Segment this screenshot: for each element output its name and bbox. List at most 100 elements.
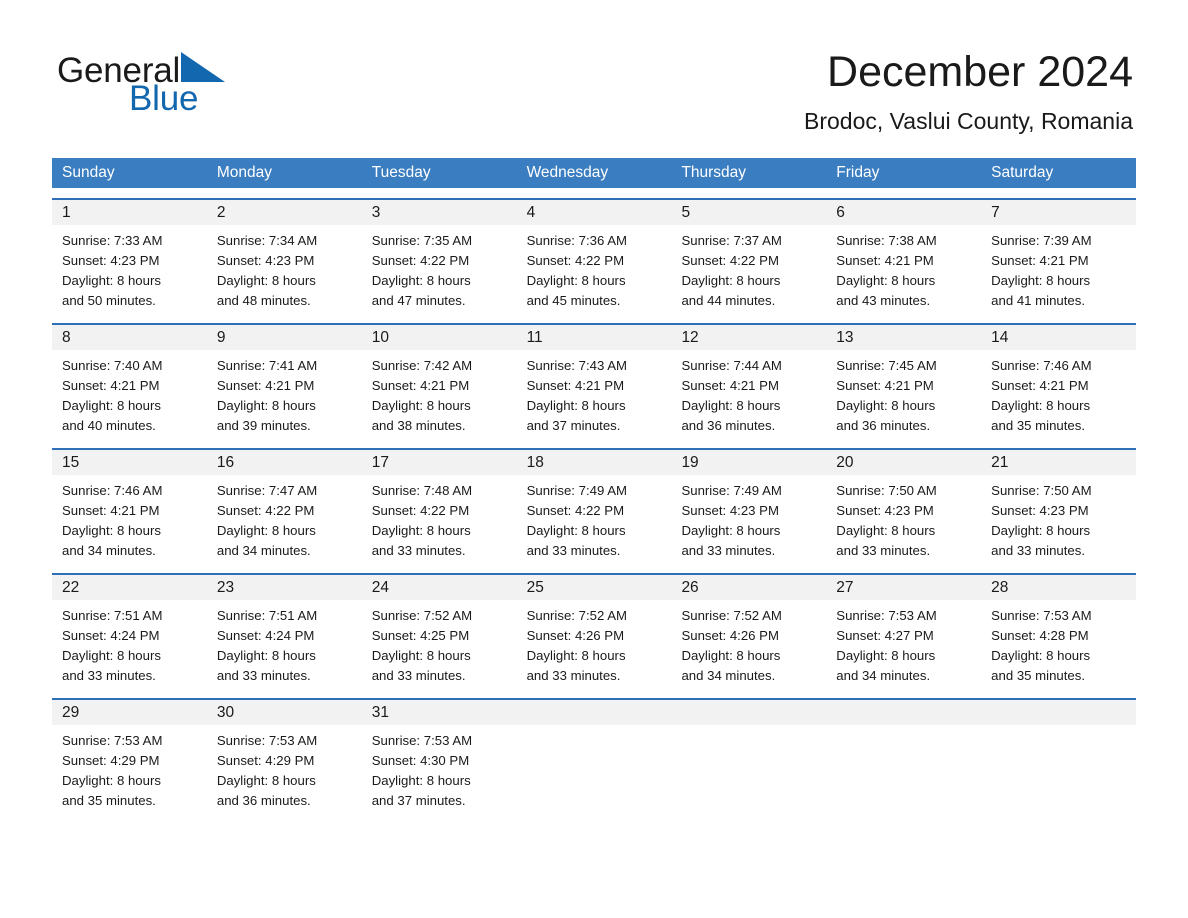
calendar-day-cell[interactable]: 31 Sunrise: 7:53 AM Sunset: 4:30 PM Dayl… bbox=[361, 700, 517, 813]
daylight-text-line1: Daylight: 8 hours bbox=[526, 523, 626, 538]
daylight-text-line1: Daylight: 8 hours bbox=[216, 773, 316, 788]
calendar-day-cell[interactable]: 12 Sunrise: 7:44 AM Sunset: 4:21 PM Dayl… bbox=[671, 325, 827, 438]
daylight-text-line1: Daylight: 8 hours bbox=[62, 648, 161, 663]
calendar-day-cell[interactable]: 1 Sunrise: 7:33 AM Sunset: 4:23 PM Dayli… bbox=[52, 200, 207, 313]
calendar-day-cell[interactable]: 20 Sunrise: 7:50 AM Sunset: 4:23 PM Dayl… bbox=[826, 450, 982, 563]
calendar-day-cell[interactable]: 3 Sunrise: 7:35 AM Sunset: 4:22 PM Dayli… bbox=[361, 200, 517, 313]
day-number: 27 bbox=[836, 579, 854, 596]
calendar-day-cell[interactable]: 6 Sunrise: 7:38 AM Sunset: 4:21 PM Dayli… bbox=[826, 200, 982, 313]
day-number-strip: 18 bbox=[516, 450, 672, 475]
calendar-day-cell[interactable]: 7 Sunrise: 7:39 AM Sunset: 4:21 PM Dayli… bbox=[981, 200, 1137, 313]
sunrise-text: Sunrise: 7:46 AM bbox=[991, 358, 1092, 373]
sunrise-text: Sunrise: 7:52 AM bbox=[371, 608, 473, 623]
calendar-day-cell[interactable]: 19 Sunrise: 7:49 AM Sunset: 4:23 PM Dayl… bbox=[671, 450, 827, 563]
calendar-week-row: 15 Sunrise: 7:46 AM Sunset: 4:21 PM Dayl… bbox=[52, 448, 1137, 563]
calendar-week-row: 8 Sunrise: 7:40 AM Sunset: 4:21 PM Dayli… bbox=[52, 323, 1137, 438]
day-details: Sunrise: 7:42 AM Sunset: 4:21 PM Dayligh… bbox=[362, 350, 517, 436]
day-number-strip: 14 bbox=[981, 325, 1137, 350]
page-title: December 2024 bbox=[827, 48, 1133, 96]
daylight-text-line1: Daylight: 8 hours bbox=[371, 773, 471, 788]
calendar-day-cell[interactable]: 25 Sunrise: 7:52 AM Sunset: 4:26 PM Dayl… bbox=[516, 575, 672, 688]
calendar-day-cell[interactable]: 30 Sunrise: 7:53 AM Sunset: 4:29 PM Dayl… bbox=[206, 700, 362, 813]
calendar-day-cell[interactable]: 27 Sunrise: 7:53 AM Sunset: 4:27 PM Dayl… bbox=[826, 575, 982, 688]
calendar-day-cell[interactable]: 14 Sunrise: 7:46 AM Sunset: 4:21 PM Dayl… bbox=[981, 325, 1137, 438]
day-details: Sunrise: 7:53 AM Sunset: 4:29 PM Dayligh… bbox=[207, 725, 362, 811]
day-number: 21 bbox=[991, 454, 1009, 471]
calendar-day-cell[interactable]: 5 Sunrise: 7:37 AM Sunset: 4:22 PM Dayli… bbox=[671, 200, 827, 313]
day-number-strip: 23 bbox=[206, 575, 362, 600]
calendar-day-cell[interactable]: 28 Sunrise: 7:53 AM Sunset: 4:28 PM Dayl… bbox=[981, 575, 1137, 688]
daylight-text-line1: Daylight: 8 hours bbox=[216, 398, 316, 413]
sunset-text: Sunset: 4:26 PM bbox=[681, 628, 779, 643]
sunset-text: Sunset: 4:21 PM bbox=[836, 253, 934, 268]
sunset-text: Sunset: 4:24 PM bbox=[62, 628, 160, 643]
daylight-text-line2: and 33 minutes. bbox=[681, 543, 776, 558]
calendar-day-cell[interactable]: 9 Sunrise: 7:41 AM Sunset: 4:21 PM Dayli… bbox=[206, 325, 362, 438]
calendar-day-cell[interactable]: 15 Sunrise: 7:46 AM Sunset: 4:21 PM Dayl… bbox=[52, 450, 207, 563]
day-number-strip: 11 bbox=[516, 325, 672, 350]
day-number: 16 bbox=[216, 454, 235, 471]
day-number-strip: 2 bbox=[206, 200, 362, 225]
day-number-strip: 1 bbox=[52, 200, 207, 225]
calendar-day-cell[interactable]: 8 Sunrise: 7:40 AM Sunset: 4:21 PM Dayli… bbox=[52, 325, 207, 438]
logo-text-blue: Blue bbox=[129, 79, 199, 118]
daylight-text-line1: Daylight: 8 hours bbox=[991, 523, 1091, 538]
sunset-text: Sunset: 4:24 PM bbox=[216, 628, 315, 643]
sunrise-text: Sunrise: 7:46 AM bbox=[62, 483, 163, 498]
calendar-day-cell[interactable]: 23 Sunrise: 7:51 AM Sunset: 4:24 PM Dayl… bbox=[206, 575, 362, 688]
calendar-day-cell[interactable]: 26 Sunrise: 7:52 AM Sunset: 4:26 PM Dayl… bbox=[671, 575, 827, 688]
daylight-text-line1: Daylight: 8 hours bbox=[371, 648, 471, 663]
sunrise-text: Sunrise: 7:44 AM bbox=[681, 358, 782, 373]
day-number-strip: 6 bbox=[826, 200, 982, 225]
day-number: 8 bbox=[62, 329, 71, 346]
day-number-strip bbox=[516, 700, 672, 725]
daylight-text-line2: and 35 minutes. bbox=[991, 668, 1085, 683]
daylight-text-line2: and 36 minutes. bbox=[681, 418, 776, 433]
calendar-day-cell[interactable]: 11 Sunrise: 7:43 AM Sunset: 4:21 PM Dayl… bbox=[516, 325, 672, 438]
day-number-strip: 22 bbox=[52, 575, 207, 600]
day-number: 18 bbox=[526, 454, 544, 471]
sunset-text: Sunset: 4:22 PM bbox=[526, 253, 625, 268]
sunrise-text: Sunrise: 7:38 AM bbox=[836, 233, 937, 248]
day-number-strip: 4 bbox=[516, 200, 672, 225]
daylight-text-line1: Daylight: 8 hours bbox=[62, 273, 161, 288]
calendar-day-cell[interactable]: 18 Sunrise: 7:49 AM Sunset: 4:22 PM Dayl… bbox=[516, 450, 672, 563]
calendar-day-cell[interactable]: 16 Sunrise: 7:47 AM Sunset: 4:22 PM Dayl… bbox=[206, 450, 362, 563]
day-number: 28 bbox=[991, 579, 1009, 596]
calendar-day-cell[interactable]: 4 Sunrise: 7:36 AM Sunset: 4:22 PM Dayli… bbox=[516, 200, 672, 313]
generalblue-logo[interactable]: General Blue bbox=[57, 50, 317, 126]
daylight-text-line2: and 38 minutes. bbox=[371, 418, 466, 433]
calendar-day-cell[interactable]: 21 Sunrise: 7:50 AM Sunset: 4:23 PM Dayl… bbox=[981, 450, 1137, 563]
daylight-text-line1: Daylight: 8 hours bbox=[216, 273, 316, 288]
calendar-day-cell[interactable]: 17 Sunrise: 7:48 AM Sunset: 4:22 PM Dayl… bbox=[361, 450, 517, 563]
sunrise-text: Sunrise: 7:33 AM bbox=[62, 233, 163, 248]
calendar-day-cell[interactable]: 10 Sunrise: 7:42 AM Sunset: 4:21 PM Dayl… bbox=[361, 325, 517, 438]
sunrise-text: Sunrise: 7:39 AM bbox=[991, 233, 1092, 248]
sunrise-text: Sunrise: 7:37 AM bbox=[681, 233, 782, 248]
weekday-header-thursday: Thursday bbox=[681, 164, 747, 181]
sunrise-text: Sunrise: 7:50 AM bbox=[836, 483, 937, 498]
calendar-day-cell[interactable]: 13 Sunrise: 7:45 AM Sunset: 4:21 PM Dayl… bbox=[826, 325, 982, 438]
day-number-strip bbox=[981, 700, 1137, 725]
daylight-text-line1: Daylight: 8 hours bbox=[526, 648, 626, 663]
sunrise-text: Sunrise: 7:52 AM bbox=[526, 608, 628, 623]
day-number-strip: 9 bbox=[206, 325, 362, 350]
calendar-day-cell[interactable]: 22 Sunrise: 7:51 AM Sunset: 4:24 PM Dayl… bbox=[52, 575, 207, 688]
daylight-text-line2: and 33 minutes. bbox=[371, 543, 466, 558]
day-number-strip: 27 bbox=[826, 575, 982, 600]
sunset-text: Sunset: 4:22 PM bbox=[371, 253, 470, 268]
daylight-text-line1: Daylight: 8 hours bbox=[836, 648, 936, 663]
daylight-text-line2: and 34 minutes. bbox=[62, 543, 156, 558]
daylight-text-line2: and 45 minutes. bbox=[526, 293, 621, 308]
weekday-header-saturday: Saturday bbox=[991, 164, 1054, 181]
calendar-day-cell[interactable]: 2 Sunrise: 7:34 AM Sunset: 4:23 PM Dayli… bbox=[206, 200, 362, 313]
day-number: 1 bbox=[62, 204, 71, 221]
daylight-text-line2: and 37 minutes. bbox=[526, 418, 621, 433]
calendar-day-cell[interactable]: 24 Sunrise: 7:52 AM Sunset: 4:25 PM Dayl… bbox=[361, 575, 517, 688]
calendar-day-cell[interactable]: 29 Sunrise: 7:53 AM Sunset: 4:29 PM Dayl… bbox=[52, 700, 207, 813]
daylight-text-line2: and 36 minutes. bbox=[836, 418, 931, 433]
sunset-text: Sunset: 4:22 PM bbox=[371, 503, 470, 518]
day-number: 12 bbox=[681, 329, 699, 346]
daylight-text-line1: Daylight: 8 hours bbox=[991, 648, 1091, 663]
day-details: Sunrise: 7:39 AM Sunset: 4:21 PM Dayligh… bbox=[981, 225, 1136, 311]
